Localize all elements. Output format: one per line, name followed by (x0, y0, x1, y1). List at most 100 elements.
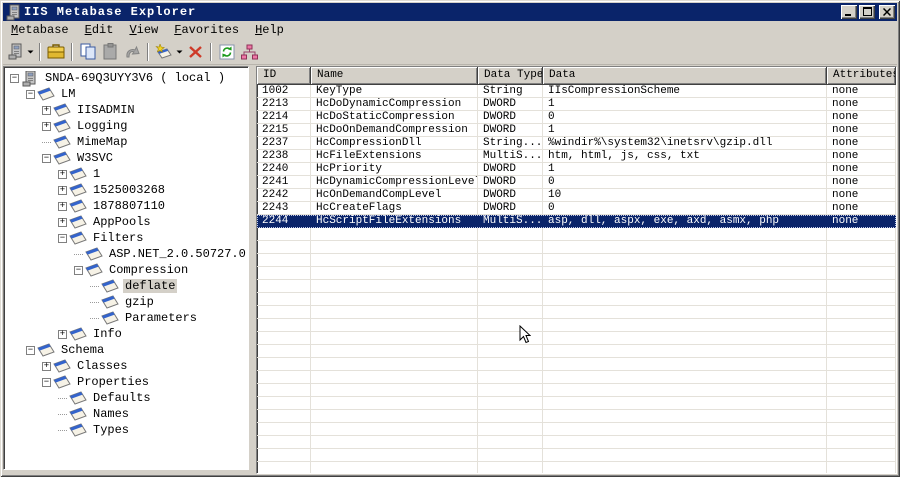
copy-button[interactable] (77, 41, 99, 63)
tree-item-snda-69q3uyy3v6-local-[interactable]: − SNDA-69Q3UYY3V6 ( local ) (4, 70, 248, 87)
tree-item-classes[interactable]: + Classes (4, 358, 248, 374)
expand-expander[interactable]: + (58, 329, 67, 339)
refresh-icon (219, 44, 235, 60)
dropdown-arrow-icon[interactable] (176, 49, 183, 55)
collapse-expander[interactable]: − (74, 265, 83, 275)
tree-item-mimemap[interactable]: MimeMap (4, 134, 248, 150)
column-header-name[interactable]: Name (311, 67, 478, 85)
tree-item-gzip[interactable]: gzip (4, 294, 248, 310)
cell-id: 2215 (257, 124, 311, 137)
tree-item-logging[interactable]: + Logging (4, 118, 248, 134)
maximize-button[interactable] (859, 5, 875, 19)
column-header-attributes[interactable]: Attributes (827, 67, 896, 85)
collapse-expander[interactable]: − (42, 377, 51, 387)
tree-item-label: Names (93, 407, 130, 421)
empty-cell (827, 228, 896, 241)
menu-item-view[interactable]: View (121, 22, 166, 38)
list-row-2240[interactable]: 2240 HcPriority DWORD 1 none (257, 163, 896, 176)
expand-expander[interactable]: + (42, 121, 51, 131)
panel-splitter[interactable] (249, 66, 256, 470)
delete-button[interactable] (184, 41, 206, 63)
empty-cell (543, 436, 827, 449)
list-row-2214[interactable]: 2214 HcDoStaticCompression DWORD 0 none (257, 111, 896, 124)
menu-item-metabase[interactable]: Metabase (3, 22, 77, 38)
tree-item-info[interactable]: + Info (4, 326, 248, 342)
menu-item-help[interactable]: Help (247, 22, 292, 38)
tree-item-names[interactable]: Names (4, 406, 248, 422)
empty-cell (478, 449, 543, 462)
tree-item-1525003268[interactable]: +1525003268 (4, 182, 248, 198)
dropdown-arrow-icon[interactable] (27, 49, 34, 55)
list-body: 1002 KeyType String IIsCompressionScheme non… (257, 85, 896, 473)
expand-expander[interactable]: + (42, 361, 51, 371)
expand-expander[interactable]: + (58, 169, 67, 179)
tree-item-deflate[interactable]: deflate (4, 278, 248, 294)
tree-item-filters[interactable]: − Filters (4, 230, 248, 246)
collapse-expander[interactable]: − (58, 233, 67, 243)
collapse-expander[interactable]: − (10, 73, 19, 83)
tree-item-schema[interactable]: − Schema (4, 342, 248, 358)
list-row-1002[interactable]: 1002 KeyType String IIsCompressionScheme non… (257, 85, 896, 98)
tree-item-iisadmin[interactable]: + IISADMIN (4, 102, 248, 118)
empty-cell (311, 293, 478, 306)
key-icon (53, 135, 71, 149)
list-row-2244[interactable]: 2244 HcScriptFileExtensions MultiS... asp, … (257, 215, 896, 228)
tree-item-1[interactable]: +1 (4, 166, 248, 182)
tree-item-properties[interactable]: − Properties (4, 374, 248, 390)
expand-expander[interactable]: + (58, 185, 67, 195)
hierarchy-view-button[interactable] (238, 41, 260, 63)
list-row-2237[interactable]: 2237 HcCompressionDll String... %windir%\sy… (257, 137, 896, 150)
list-row-2215[interactable]: 2215 HcDoOnDemandCompression DWORD 1 none (257, 124, 896, 137)
cell-name: HcCreateFlags (311, 202, 478, 215)
column-header-id[interactable]: ID (257, 67, 311, 85)
empty-cell (543, 345, 827, 358)
tree-item-label: 1878807110 (93, 199, 166, 213)
menu-item-edit[interactable]: Edit (77, 22, 122, 38)
collapse-expander[interactable]: − (26, 345, 35, 355)
key-icon (69, 199, 87, 213)
tree-item-apppools[interactable]: + AppPools (4, 214, 248, 230)
list-row-2241[interactable]: 2241 HcDynamicCompressionLevel DWORD 0 none (257, 176, 896, 189)
column-header-data[interactable]: Data (543, 67, 827, 85)
empty-cell (478, 228, 543, 241)
open-button[interactable] (45, 41, 67, 63)
column-header-data-type[interactable]: Data Type (478, 67, 543, 85)
list-row-2243[interactable]: 2243 HcCreateFlags DWORD 0 none (257, 202, 896, 215)
key-icon (69, 231, 87, 245)
connect-server-button[interactable] (6, 41, 35, 63)
list-row-2213[interactable]: 2213 HcDoDynamicCompression DWORD 1 none (257, 98, 896, 111)
list-row-2242[interactable]: 2242 HcOnDemandCompLevel DWORD 10 none (257, 189, 896, 202)
cell-attributes: none (827, 111, 896, 124)
empty-cell (311, 267, 478, 280)
collapse-expander[interactable]: − (42, 153, 51, 163)
collapse-expander[interactable]: − (26, 89, 35, 99)
close-button[interactable] (879, 5, 895, 19)
paste-button[interactable] (99, 41, 121, 63)
tree-item-w3svc[interactable]: − W3SVC (4, 150, 248, 166)
expand-expander[interactable]: + (58, 201, 67, 211)
title-bar: IIS Metabase Explorer (3, 3, 897, 21)
empty-cell (257, 449, 311, 462)
tree-item-parameters[interactable]: Parameters (4, 310, 248, 326)
empty-cell (543, 241, 827, 254)
expand-expander[interactable]: + (42, 105, 51, 115)
expand-expander[interactable]: + (58, 217, 67, 227)
empty-cell (257, 397, 311, 410)
empty-cell (257, 436, 311, 449)
undo-button[interactable] (121, 41, 143, 63)
new-key-button[interactable] (153, 41, 184, 63)
tree-item-lm[interactable]: − LM (4, 86, 248, 102)
tree-item-defaults[interactable]: Defaults (4, 390, 248, 406)
empty-cell (478, 241, 543, 254)
minimize-button[interactable] (841, 5, 857, 19)
empty-cell (257, 306, 311, 319)
tree-item-asp-net-2-0-50727-0[interactable]: ASP.NET_2.0.50727.0 (4, 246, 248, 262)
tree-item-types[interactable]: Types (4, 422, 248, 438)
tree-item-compression[interactable]: − Compression (4, 262, 248, 278)
empty-list-row (257, 449, 896, 462)
refresh-button[interactable] (216, 41, 238, 63)
tree-item-1878807110[interactable]: +1878807110 (4, 198, 248, 214)
empty-cell (543, 397, 827, 410)
list-row-2238[interactable]: 2238 HcFileExtensions MultiS... htm, html, … (257, 150, 896, 163)
menu-item-favorites[interactable]: Favorites (166, 22, 247, 38)
